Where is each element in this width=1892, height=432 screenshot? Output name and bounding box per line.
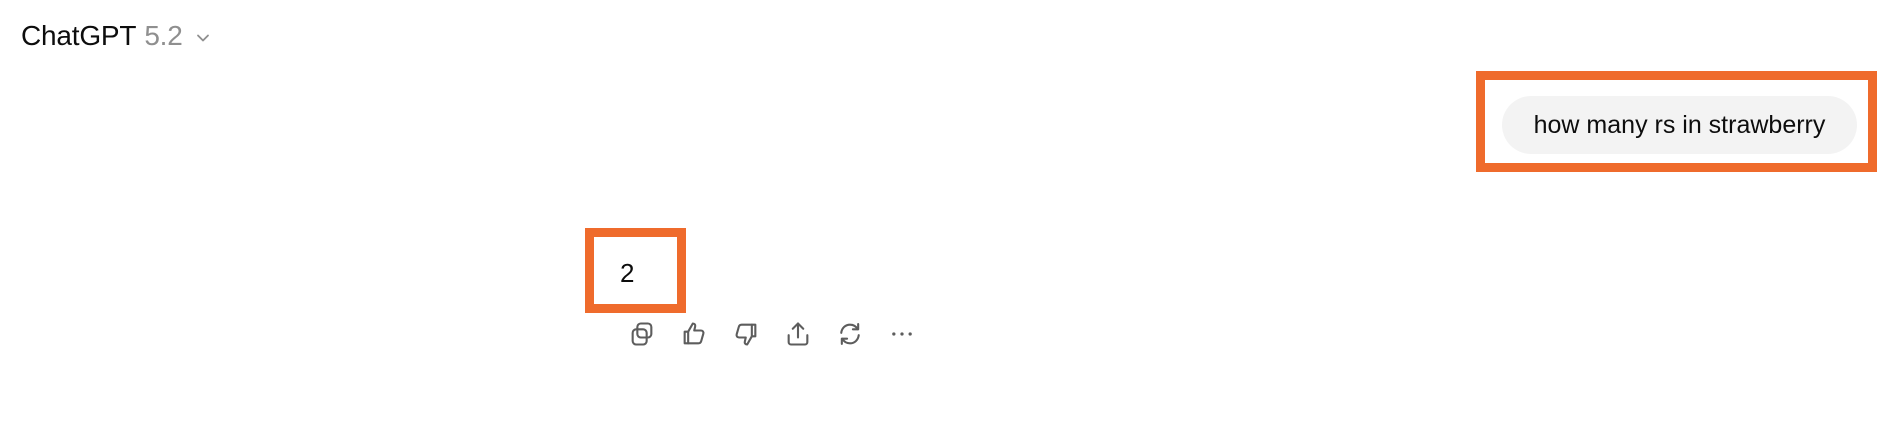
model-selector[interactable]: ChatGPT 5.2	[21, 18, 213, 54]
thumbs-down-icon	[735, 323, 757, 346]
assistant-answer-text: 2	[620, 258, 635, 288]
share-icon	[787, 322, 809, 346]
refresh-icon	[840, 323, 860, 345]
user-message-text: how many rs in strawberry	[1533, 110, 1826, 139]
chevron-down-icon	[193, 28, 213, 48]
thumbs-up-button[interactable]	[678, 318, 710, 350]
user-message-bubble: how many rs in strawberry	[1502, 96, 1857, 154]
share-button[interactable]	[782, 318, 814, 350]
chat-page: ChatGPT 5.2 how many rs in strawberry 2	[0, 0, 1892, 432]
copy-button[interactable]	[626, 318, 658, 350]
regenerate-button[interactable]	[834, 318, 866, 350]
copy-icon	[631, 322, 653, 346]
thumbs-down-button[interactable]	[730, 318, 762, 350]
more-icon	[892, 332, 912, 336]
model-version: 5.2	[144, 20, 183, 51]
model-name: ChatGPT	[21, 20, 137, 51]
thumbs-up-icon	[683, 322, 705, 345]
more-options-button[interactable]	[886, 318, 918, 350]
message-actions	[626, 318, 918, 350]
